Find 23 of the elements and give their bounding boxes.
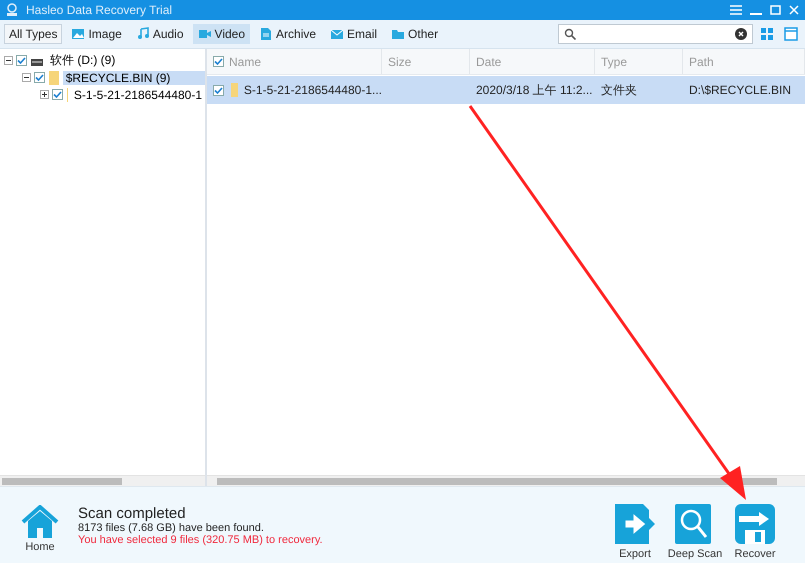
tree-item[interactable]: 软件 (D:) (9)	[47, 52, 118, 69]
home-button[interactable]: Home	[20, 505, 60, 553]
type-tab[interactable]: Archive	[254, 24, 322, 44]
tree-item[interactable]: $RECYCLE.BIN (9)	[62, 70, 205, 84]
table-row[interactable]: S-1-5-21-2186544480-1... 2020/3/18 上午 11:2... 文件夹 D:\$RECYCLE.BIN	[207, 76, 805, 104]
export-button[interactable]: Export	[605, 502, 665, 560]
status-title: Scan completed	[78, 504, 187, 522]
selection-summary: You have selected 9 files (320.75 MB) to recovery.	[78, 534, 324, 546]
table-cell: D:\$RECYCLE.BIN	[689, 83, 792, 97]
type-tab[interactable]: Image	[66, 24, 127, 44]
table-cell: S-1-5-21-2186544480-1...	[244, 83, 382, 97]
type-tab[interactable]: Email	[325, 24, 382, 44]
table-cell: 文件夹	[601, 82, 637, 98]
recover-button[interactable]: Recover	[725, 502, 785, 560]
window-title: Hasleo Data Recovery Trial	[26, 3, 174, 17]
found-summary: 8173 files (7.68 GB) have been found.	[78, 522, 265, 534]
type-tab[interactable]: Video	[192, 24, 250, 44]
table-cell: 2020/3/18 上午 11:2...	[476, 82, 593, 98]
type-tab[interactable]: Other	[386, 24, 444, 44]
scan-button[interactable]: Deep Scan	[665, 502, 725, 560]
tree-item[interactable]: S-1-5-21-2186544480-1	[70, 88, 205, 102]
type-tab[interactable]: Audio	[130, 24, 189, 44]
type-tab[interactable]: All Types	[4, 24, 62, 44]
